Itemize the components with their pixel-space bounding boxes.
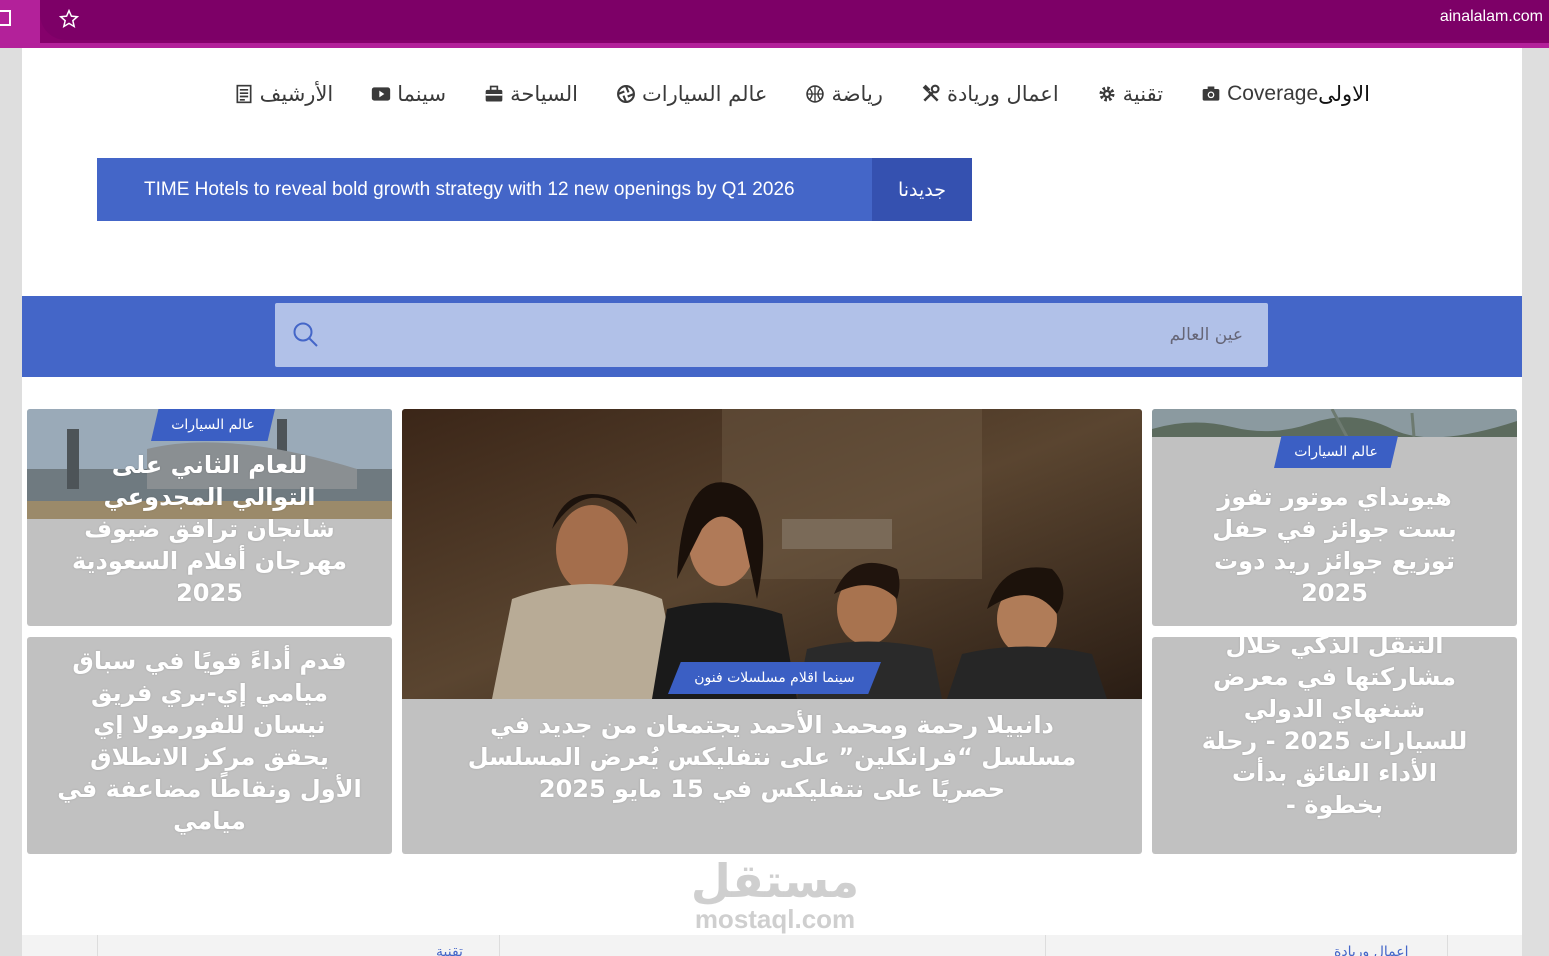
nav-item-label: رياضة xyxy=(831,82,883,106)
column-divider xyxy=(499,935,500,956)
basketball-icon xyxy=(806,85,825,103)
watermark: مستقل mostaql.com xyxy=(680,856,870,932)
nav-item-archive[interactable]: الأرشيف xyxy=(234,82,334,106)
ticker-label: جديدنا xyxy=(872,158,972,221)
nav-item-label: الأرشيف xyxy=(259,82,334,106)
category-tag[interactable]: عالم السيارات xyxy=(151,409,275,441)
nav-item-label: اعمال وريادة xyxy=(946,82,1059,106)
article-title[interactable]: قدم أداءً قويًا في سباق ميامي إي-بري فري… xyxy=(27,645,392,837)
ticker-headline[interactable]: TIME Hotels to reveal bold growth strate… xyxy=(144,158,795,221)
nav-item-label: الاولى xyxy=(1318,82,1370,106)
newspaper-icon xyxy=(236,84,252,104)
page-right-gutter xyxy=(1522,48,1549,956)
page-left-gutter xyxy=(0,48,22,956)
section-label-tech[interactable]: تقنية xyxy=(436,944,463,956)
nav-item-cinema[interactable]: سينما xyxy=(371,82,446,106)
section-label-business[interactable]: اعمال وريادة xyxy=(1334,944,1408,956)
briefcase-icon xyxy=(485,85,503,102)
article-card-hyundai[interactable]: عالم السيارات هيونداي موتور تفوز بست جوا… xyxy=(1152,409,1517,626)
search-band xyxy=(22,296,1522,377)
column-divider xyxy=(97,935,98,956)
article-title[interactable]: هيونداي موتور تفوز بست جوائز في حفل توزي… xyxy=(1152,481,1517,609)
search-input[interactable] xyxy=(335,303,1243,367)
article-image xyxy=(402,409,1142,699)
article-image xyxy=(1152,409,1517,437)
nav-item-coverage[interactable]: Coverage xyxy=(1201,82,1318,106)
nav-item-label: تقنية xyxy=(1122,82,1164,106)
article-title[interactable]: التنقّل الذكي خلال مشاركتها في معرض شنغه… xyxy=(1152,637,1517,821)
nav-item-label: السياحة xyxy=(510,82,579,106)
nav-item-business[interactable]: اعمال وريادة xyxy=(921,82,1059,106)
nav-item-tech[interactable]: تقنية xyxy=(1097,82,1163,106)
search-box xyxy=(275,303,1268,367)
search-icon[interactable] xyxy=(292,321,320,349)
url-text[interactable]: ainalalam.com xyxy=(1440,8,1543,26)
nav-item-cars[interactable]: عالم السيارات xyxy=(616,82,767,106)
article-card-changan[interactable]: عالم السيارات للعام الثاني على التوالي ا… xyxy=(27,409,392,626)
tab-icon[interactable] xyxy=(0,9,16,27)
article-card-featured[interactable]: سينما اقلام مسلسلات فنون دانييلا رحمة وم… xyxy=(402,409,1142,854)
page-content: الاولى Coverage تقنية اعمال وريادة رياضة… xyxy=(22,48,1522,956)
video-play-icon xyxy=(372,87,391,101)
article-card-shanghai[interactable]: التنقّل الذكي خلال مشاركتها في معرض شنغه… xyxy=(1152,637,1517,854)
category-tag[interactable]: عالم السيارات xyxy=(1274,436,1398,468)
column-divider xyxy=(1447,935,1448,956)
news-ticker: TIME Hotels to reveal bold growth strate… xyxy=(97,158,972,221)
nav-item-home[interactable]: الاولى xyxy=(1318,82,1370,106)
bookmark-star-icon[interactable] xyxy=(59,9,79,29)
tools-icon xyxy=(922,84,940,102)
category-tag[interactable]: سينما اقلام مسلسلات فنون xyxy=(668,662,881,694)
browser-toolbar: ainalalam.com xyxy=(0,0,1549,48)
nav-item-label: سينما xyxy=(397,82,447,106)
nav-item-sports[interactable]: رياضة xyxy=(805,82,883,106)
nav-item-label: Coverage xyxy=(1227,82,1319,105)
article-title[interactable]: للعام الثاني على التوالي المجدوعي شانجان… xyxy=(27,449,392,609)
nav-item-tourism[interactable]: السياحة xyxy=(484,82,578,106)
main-nav: الاولى Coverage تقنية اعمال وريادة رياضة… xyxy=(196,82,1370,106)
article-title[interactable]: دانييلا رحمة ومحمد الأحمد يجتمعان من جدي… xyxy=(402,709,1142,805)
column-divider xyxy=(1045,935,1046,956)
gear-icon xyxy=(1099,86,1115,102)
watermark-arabic: مستقل xyxy=(690,854,860,908)
camera-icon xyxy=(1202,86,1220,101)
address-bar[interactable] xyxy=(40,0,1549,40)
watermark-latin: mostaql.com xyxy=(694,904,856,934)
section-headers-strip xyxy=(22,935,1522,956)
aperture-icon xyxy=(617,85,635,103)
nav-item-label: عالم السيارات xyxy=(642,82,768,106)
article-card-nissan[interactable]: قدم أداءً قويًا في سباق ميامي إي-بري فري… xyxy=(27,637,392,854)
